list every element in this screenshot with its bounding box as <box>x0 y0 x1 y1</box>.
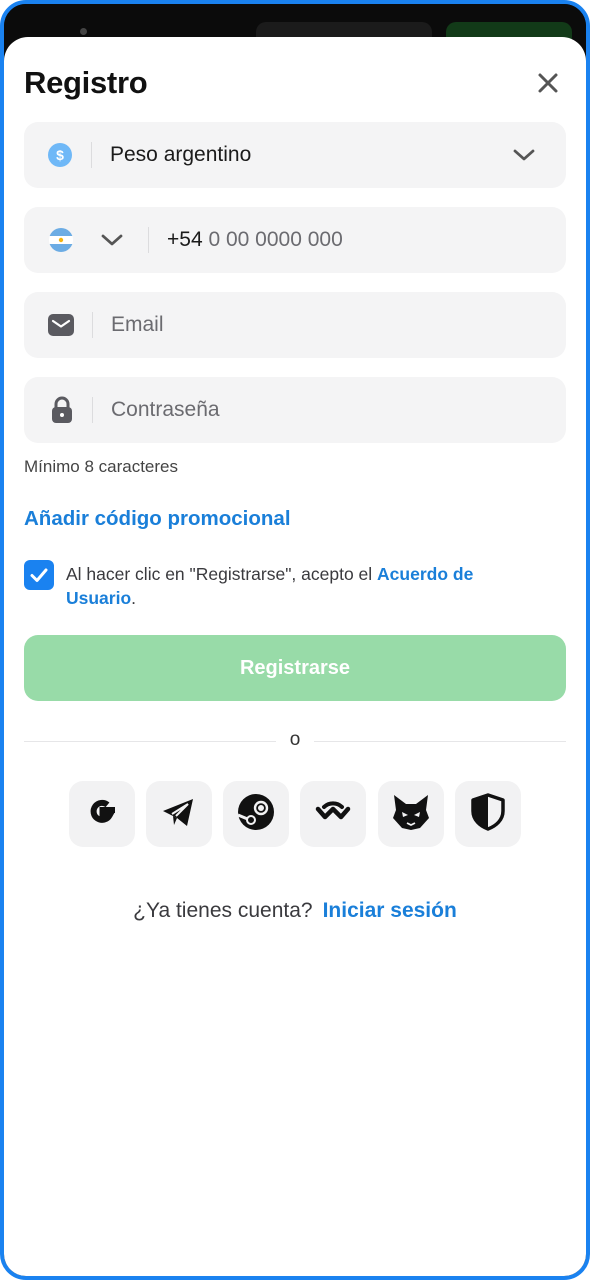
phone-prefix: +54 <box>167 228 203 251</box>
steam-login-button[interactable] <box>223 781 289 847</box>
divider-line-right <box>314 741 566 742</box>
phone-input[interactable]: +54 0 00 0000 000 <box>167 228 343 252</box>
email-input-placeholder: Email <box>111 313 164 336</box>
terms-text-after: . <box>131 588 137 608</box>
shield-login-button[interactable] <box>455 781 521 847</box>
field-divider <box>92 397 93 423</box>
chevron-down-icon <box>100 231 124 254</box>
lock-icon <box>51 396 73 429</box>
login-link[interactable]: Iniciar sesión <box>323 899 457 922</box>
currency-select[interactable]: $ Peso argentino <box>24 122 566 188</box>
envelope-icon <box>48 313 74 342</box>
walletconnect-icon <box>313 792 353 837</box>
steam-icon <box>236 792 276 837</box>
field-divider <box>92 312 93 338</box>
telegram-login-button[interactable] <box>146 781 212 847</box>
divider-or-text: o <box>289 729 301 750</box>
login-prompt: ¿Ya tienes cuenta? Iniciar sesión <box>4 899 586 923</box>
login-question: ¿Ya tienes cuenta? <box>133 899 313 922</box>
device-frame: Registro $ Peso argentino +54 0 00 0000 … <box>0 0 590 1280</box>
metamask-fox-icon <box>390 792 432 837</box>
shield-icon <box>468 792 508 837</box>
argentina-flag-icon <box>49 228 73 257</box>
country-select[interactable] <box>44 223 152 257</box>
svg-text:$: $ <box>56 147 64 163</box>
phone-placeholder: 0 00 0000 000 <box>208 228 343 251</box>
checkmark-icon <box>24 568 54 594</box>
telegram-icon <box>159 792 199 837</box>
phone-field: +54 0 00 0000 000 <box>24 207 566 273</box>
metamask-login-button[interactable] <box>378 781 444 847</box>
terms-text-before: Al hacer clic en "Registrarse", acepto e… <box>66 564 378 584</box>
field-divider <box>91 142 92 168</box>
email-field[interactable]: Email <box>24 292 566 358</box>
field-divider <box>148 227 149 253</box>
add-promo-code-link[interactable]: Añadir código promocional <box>24 507 291 531</box>
password-input-placeholder: Contraseña <box>111 398 220 421</box>
divider-line-left <box>24 741 276 742</box>
registration-modal: Registro $ Peso argentino +54 0 00 0000 … <box>4 37 586 1276</box>
password-field[interactable]: Contraseña <box>24 377 566 443</box>
close-icon[interactable] <box>534 69 562 97</box>
modal-title: Registro <box>24 65 148 100</box>
chevron-down-icon <box>512 146 536 169</box>
google-login-button[interactable] <box>69 781 135 847</box>
google-icon <box>82 792 122 837</box>
currency-value: Peso argentino <box>110 143 252 166</box>
dollar-coin-icon: $ <box>48 143 72 172</box>
walletconnect-login-button[interactable] <box>300 781 366 847</box>
terms-text: Al hacer clic en "Registrarse", acepto e… <box>66 562 546 610</box>
password-hint: Mínimo 8 caracteres <box>24 457 178 476</box>
camera-dot <box>80 28 87 35</box>
terms-checkbox[interactable] <box>24 560 54 590</box>
register-button[interactable]: Registrarse <box>24 635 566 701</box>
